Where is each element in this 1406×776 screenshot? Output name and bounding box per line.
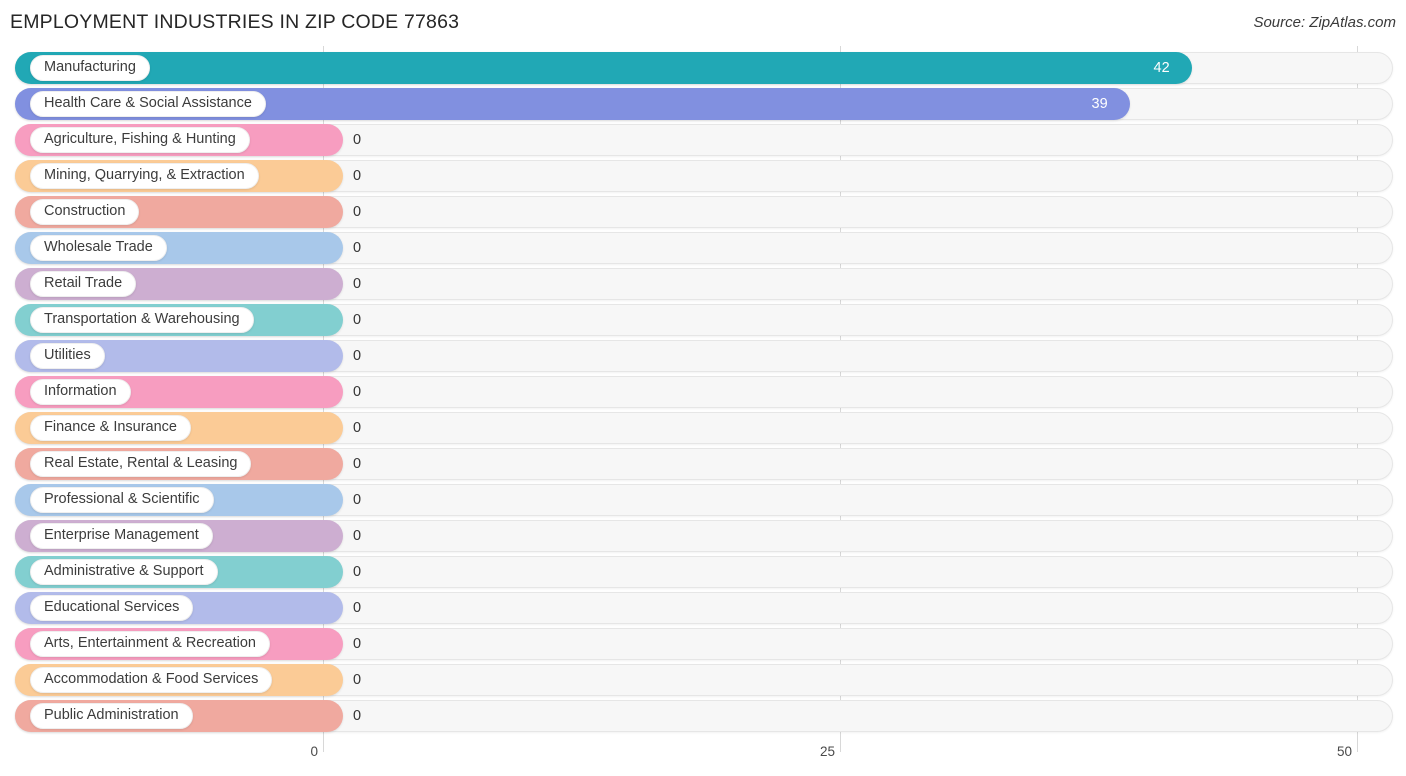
bar-row[interactable]: Public Administration 0 [0, 700, 1406, 732]
bar-category-label: Information [44, 383, 117, 400]
bar-value-label: 0 [353, 204, 362, 220]
bar-label-pill: Real Estate, Rental & Leasing [30, 451, 252, 477]
axis-tick-label: 50 [1336, 744, 1352, 759]
bar-label-pill: Professional & Scientific [30, 487, 214, 513]
bar-value-label: 0 [353, 276, 362, 292]
bar-label-pill: Enterprise Management [30, 523, 213, 549]
axis-tick-label: 0 [310, 744, 318, 759]
bar-label-pill: Finance & Insurance [30, 415, 191, 441]
source-attribution: Source: ZipAtlas.com [1253, 14, 1396, 31]
bar-label-pill: Retail Trade [30, 271, 137, 297]
bar-row[interactable]: Educational Services 0 [0, 592, 1406, 624]
bar-value-label: 0 [353, 636, 362, 652]
axis-tick-mark [323, 740, 324, 752]
bar-category-label: Retail Trade [44, 275, 123, 292]
axis-tick-mark [840, 740, 841, 752]
bar-value-label: 0 [353, 168, 362, 184]
bar-category-label: Professional & Scientific [44, 491, 200, 508]
bar-category-label: Utilities [44, 347, 91, 364]
bar-value-label: 0 [353, 312, 362, 328]
bar-row[interactable]: Manufacturing 42 [0, 52, 1406, 84]
bar-category-label: Construction [44, 203, 126, 220]
bar-label-pill: Utilities [30, 343, 105, 369]
bar-row[interactable]: Arts, Entertainment & Recreation 0 [0, 628, 1406, 660]
bar-row[interactable]: Mining, Quarrying, & Extraction 0 [0, 160, 1406, 192]
bar-category-label: Wholesale Trade [44, 239, 153, 256]
bar-row[interactable]: Accommodation & Food Services 0 [0, 664, 1406, 696]
bar-row[interactable]: Retail Trade 0 [0, 268, 1406, 300]
bar-category-label: Accommodation & Food Services [44, 671, 259, 688]
bar-value-label: 0 [353, 564, 362, 580]
bar-row[interactable]: Utilities 0 [0, 340, 1406, 372]
plot-area: Manufacturing 42 Health Care & Social Assi… [0, 46, 1406, 740]
bar-label-pill: Health Care & Social Assistance [30, 91, 266, 117]
bar-category-label: Finance & Insurance [44, 419, 177, 436]
bar-label-pill: Mining, Quarrying, & Extraction [30, 163, 259, 189]
bar-row[interactable]: Information 0 [0, 376, 1406, 408]
page-title: EMPLOYMENT INDUSTRIES IN ZIP CODE 77863 [10, 11, 460, 33]
bar-value-label: 0 [353, 528, 362, 544]
bar-category-label: Arts, Entertainment & Recreation [44, 635, 256, 652]
bar-value-label: 0 [353, 132, 362, 148]
bar-category-label: Public Administration [44, 707, 179, 724]
bar-label-pill: Transportation & Warehousing [30, 307, 254, 333]
bar-row[interactable]: Professional & Scientific 0 [0, 484, 1406, 516]
axis-tick-mark [1357, 740, 1358, 752]
bar-value-label: 0 [353, 240, 362, 256]
x-axis: 0 25 50 [0, 740, 1406, 776]
bar-value-label: 0 [353, 348, 362, 364]
bar-row[interactable]: Finance & Insurance 0 [0, 412, 1406, 444]
bar-category-label: Administrative & Support [44, 563, 204, 580]
bar-label-pill: Arts, Entertainment & Recreation [30, 631, 270, 657]
bar-label-pill: Construction [30, 199, 140, 225]
chart-root: EMPLOYMENT INDUSTRIES IN ZIP CODE 77863 … [0, 0, 1406, 776]
bar-row[interactable]: Real Estate, Rental & Leasing 0 [0, 448, 1406, 480]
bar-value-label: 0 [353, 492, 362, 508]
bar-label-pill: Information [30, 379, 131, 405]
bar-value-label: 0 [353, 672, 362, 688]
bar-value-label: 0 [353, 600, 362, 616]
axis-tick-label: 25 [819, 744, 835, 759]
bar-row[interactable]: Construction 0 [0, 196, 1406, 228]
bar-value-label: 0 [353, 456, 362, 472]
bar-value-label: 0 [353, 708, 362, 724]
bar-label-pill: Wholesale Trade [30, 235, 167, 261]
bar-value-label: 0 [353, 384, 362, 400]
bar-category-label: Real Estate, Rental & Leasing [44, 455, 238, 472]
bar-row[interactable]: Health Care & Social Assistance 39 [0, 88, 1406, 120]
bar-label-pill: Agriculture, Fishing & Hunting [30, 127, 250, 153]
bar-category-label: Transportation & Warehousing [44, 311, 240, 328]
bar-value-label: 42 [1153, 60, 1170, 76]
bar-rows: Manufacturing 42 Health Care & Social Assi… [0, 46, 1406, 740]
bar-label-pill: Educational Services [30, 595, 194, 621]
bar-label-pill: Accommodation & Food Services [30, 667, 273, 693]
bar-label-pill: Public Administration [30, 703, 193, 729]
bar-category-label: Educational Services [44, 599, 180, 616]
bar-category-label: Enterprise Management [44, 527, 199, 544]
bar-row[interactable]: Administrative & Support 0 [0, 556, 1406, 588]
bar-label-pill: Administrative & Support [30, 559, 218, 585]
bar-row[interactable]: Wholesale Trade 0 [0, 232, 1406, 264]
bar-value-label: 39 [1091, 96, 1108, 112]
bar-category-label: Manufacturing [44, 59, 136, 76]
bar-row[interactable]: Transportation & Warehousing 0 [0, 304, 1406, 336]
bar-category-label: Health Care & Social Assistance [44, 95, 252, 112]
bar-value-label: 0 [353, 420, 362, 436]
bar-label-pill: Manufacturing [30, 55, 150, 81]
bar-row[interactable]: Agriculture, Fishing & Hunting 0 [0, 124, 1406, 156]
chart-header: EMPLOYMENT INDUSTRIES IN ZIP CODE 77863 … [0, 0, 1406, 46]
bar-category-label: Agriculture, Fishing & Hunting [44, 131, 236, 148]
bar-row[interactable]: Enterprise Management 0 [0, 520, 1406, 552]
bar-category-label: Mining, Quarrying, & Extraction [44, 167, 245, 184]
bar-fill[interactable] [15, 52, 1192, 84]
